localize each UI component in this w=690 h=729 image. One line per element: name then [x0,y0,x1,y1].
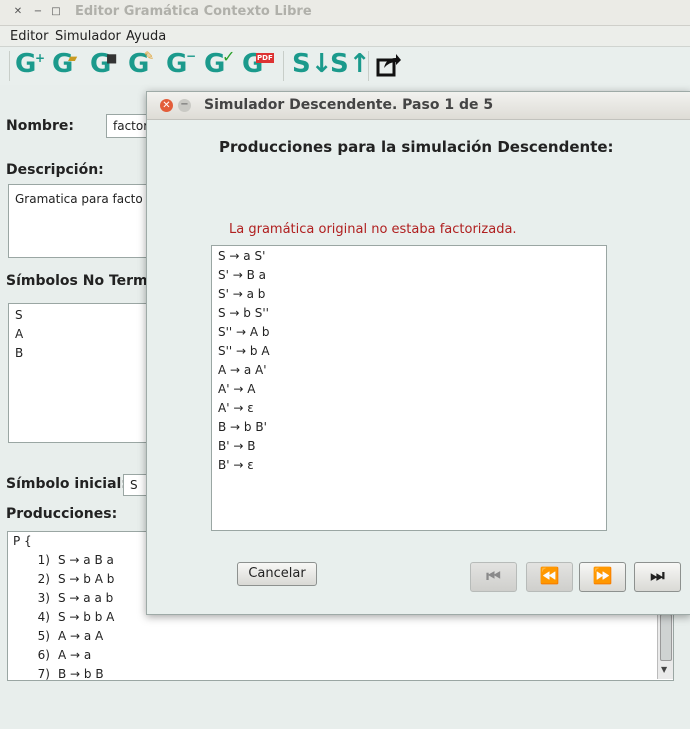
menu-editor[interactable]: Editor [10,29,48,44]
list-item: B [15,346,24,360]
main-titlebar: ✕ − □ Editor Gramática Contexto Libre [0,0,690,26]
simulate-descending-icon[interactable]: S↓ [292,49,333,83]
dialog-minimize-icon[interactable]: − [178,99,191,112]
validate-grammar-icon[interactable]: G ✓ [204,47,235,83]
next-step-button[interactable]: ⏩ [579,562,626,592]
window-title: Editor Gramática Contexto Libre [75,4,312,19]
list-item: A' → ε [218,401,254,415]
production-row: 5) A → a A [37,629,104,643]
menu-ayuda[interactable]: Ayuda [126,29,166,44]
production-row: 3) S → a a b [37,591,114,605]
description-value: Gramatica para facto [15,192,143,206]
description-label: Descripción: [6,162,104,178]
production-row: 4) S → b b A [37,610,115,624]
dialog-close-icon[interactable]: ✕ [160,99,173,112]
factorization-warning: La gramática original no estaba factoriz… [229,222,517,237]
list-item: S → a S' [218,249,266,263]
list-item: B' → B [218,439,256,453]
name-value: factor [113,119,149,133]
simulator-dialog: ✕ − Simulador Descendente. Paso 1 de 5 P… [146,91,690,615]
list-item: S'' → b A [218,344,270,358]
production-row: 6) A → a [37,648,92,662]
menubar: Editor Simulador Ayuda [0,26,690,47]
toolbar-separator [368,51,369,81]
list-item: S → b S'' [218,306,269,320]
new-grammar-icon[interactable]: G + [15,49,45,83]
productions-header: P { [13,534,32,548]
list-item: S'' → A b [218,325,270,339]
dialog-title: Simulador Descendente. Paso 1 de 5 [204,97,494,113]
name-label: Nombre: [6,118,74,134]
remove-grammar-icon[interactable]: G − [166,49,196,83]
production-row: 7) B → b B [37,667,104,681]
toolbar: G + G ▰ G ■ G ✎ G − G ✓ G PDF S↓ S↑ [0,47,690,85]
list-item: S [15,308,23,322]
dialog-titlebar: ✕ − Simulador Descendente. Paso 1 de 5 [147,92,690,120]
list-item: A → a A' [218,363,267,377]
list-item: A' → A [218,382,256,396]
first-step-button[interactable]: ⏮ [470,562,517,592]
list-item: B' → ε [218,458,254,472]
save-grammar-icon[interactable]: G ■ [90,49,117,83]
list-item: S' → a b [218,287,266,301]
list-item: B → b B' [218,420,267,434]
toolbar-separator [9,51,10,81]
initial-symbol-label: Símbolo inicial: [6,476,127,492]
last-step-button[interactable]: ⏭ [634,562,681,592]
scroll-down-icon[interactable]: ▼ [661,665,667,674]
initial-symbol-value: S [130,478,138,492]
scrollbar-thumb[interactable] [660,614,672,661]
minimize-icon[interactable]: − [32,6,44,18]
production-row: 1) S → a B a [37,553,114,567]
edit-grammar-icon[interactable]: G ✎ [128,49,154,83]
nonterminals-label: Símbolos No Termin [6,273,163,289]
close-icon[interactable]: ✕ [12,6,24,18]
previous-step-button[interactable]: ⏪ [526,562,573,592]
list-item: A [15,327,24,341]
maximize-icon[interactable]: □ [50,6,62,18]
cancel-button[interactable]: Cancelar [237,562,317,586]
productions-label: Producciones: [6,506,118,522]
open-grammar-icon[interactable]: G ▰ [52,49,77,83]
simulate-ascending-icon[interactable]: S↑ [330,49,371,83]
export-icon[interactable] [376,52,402,81]
dialog-heading: Producciones para la simulación Descende… [219,138,614,156]
list-item: S' → B a [218,268,266,282]
production-row: 2) S → b A b [37,572,115,586]
export-pdf-icon[interactable]: G PDF [242,49,274,83]
toolbar-separator [283,51,284,81]
simulation-productions-list[interactable]: S → a S' S' → B a S' → a b S → b S'' S''… [211,245,607,531]
menu-simulador[interactable]: Simulador [55,29,121,44]
productions-scrollbar[interactable]: ▼ [657,612,673,679]
